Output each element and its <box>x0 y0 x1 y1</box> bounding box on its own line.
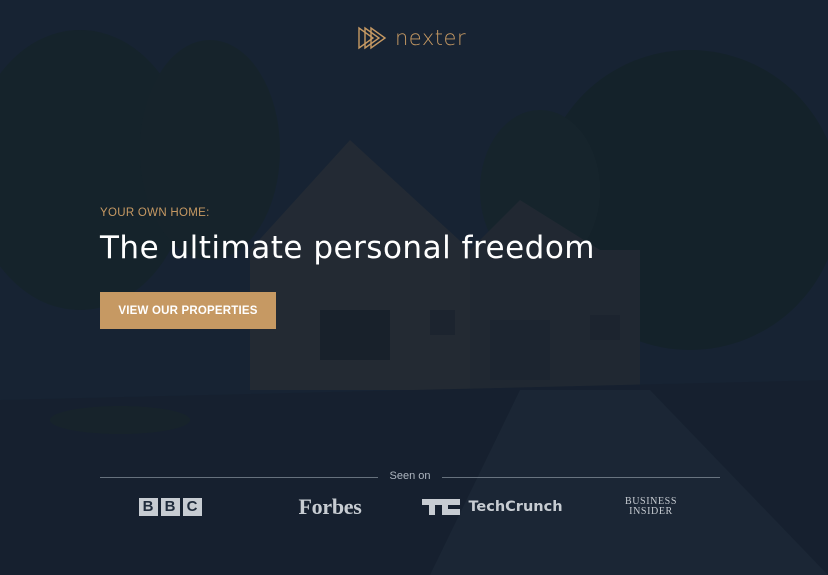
techcrunch-logo-text: TechCrunch <box>468 499 563 515</box>
brand-logo[interactable]: nexter <box>357 26 466 50</box>
bbc-logo: B B C <box>130 494 210 520</box>
hero-subtitle: YOUR OWN HOME: <box>100 207 210 219</box>
techcrunch-tc-mark-icon <box>422 499 461 515</box>
brand-name: nexter <box>395 26 467 50</box>
dark-overlay <box>0 0 828 575</box>
triple-triangle-play-icon <box>358 26 387 50</box>
seen-on-divider-left <box>100 477 378 478</box>
forbes-logo: Forbes <box>285 494 375 520</box>
bbc-letter-b2: B <box>160 498 180 516</box>
business-insider-logo: BUSINESS INSIDER <box>615 494 687 520</box>
forbes-logo-text: Forbes <box>298 494 362 519</box>
seen-on-label: Seen on <box>389 470 431 482</box>
hero-headline: The ultimate personal freedom <box>100 230 595 266</box>
hero-section: nexter YOUR OWN HOME: The ultimate perso… <box>0 0 828 575</box>
bbc-letter-b1: B <box>138 498 158 516</box>
seen-on-divider-right <box>442 477 720 478</box>
view-properties-button[interactable]: VIEW OUR PROPERTIES <box>100 292 276 329</box>
techcrunch-logo: TechCrunch <box>420 494 565 520</box>
business-insider-line2: INSIDER <box>629 506 673 517</box>
bbc-letter-c: C <box>182 498 202 516</box>
